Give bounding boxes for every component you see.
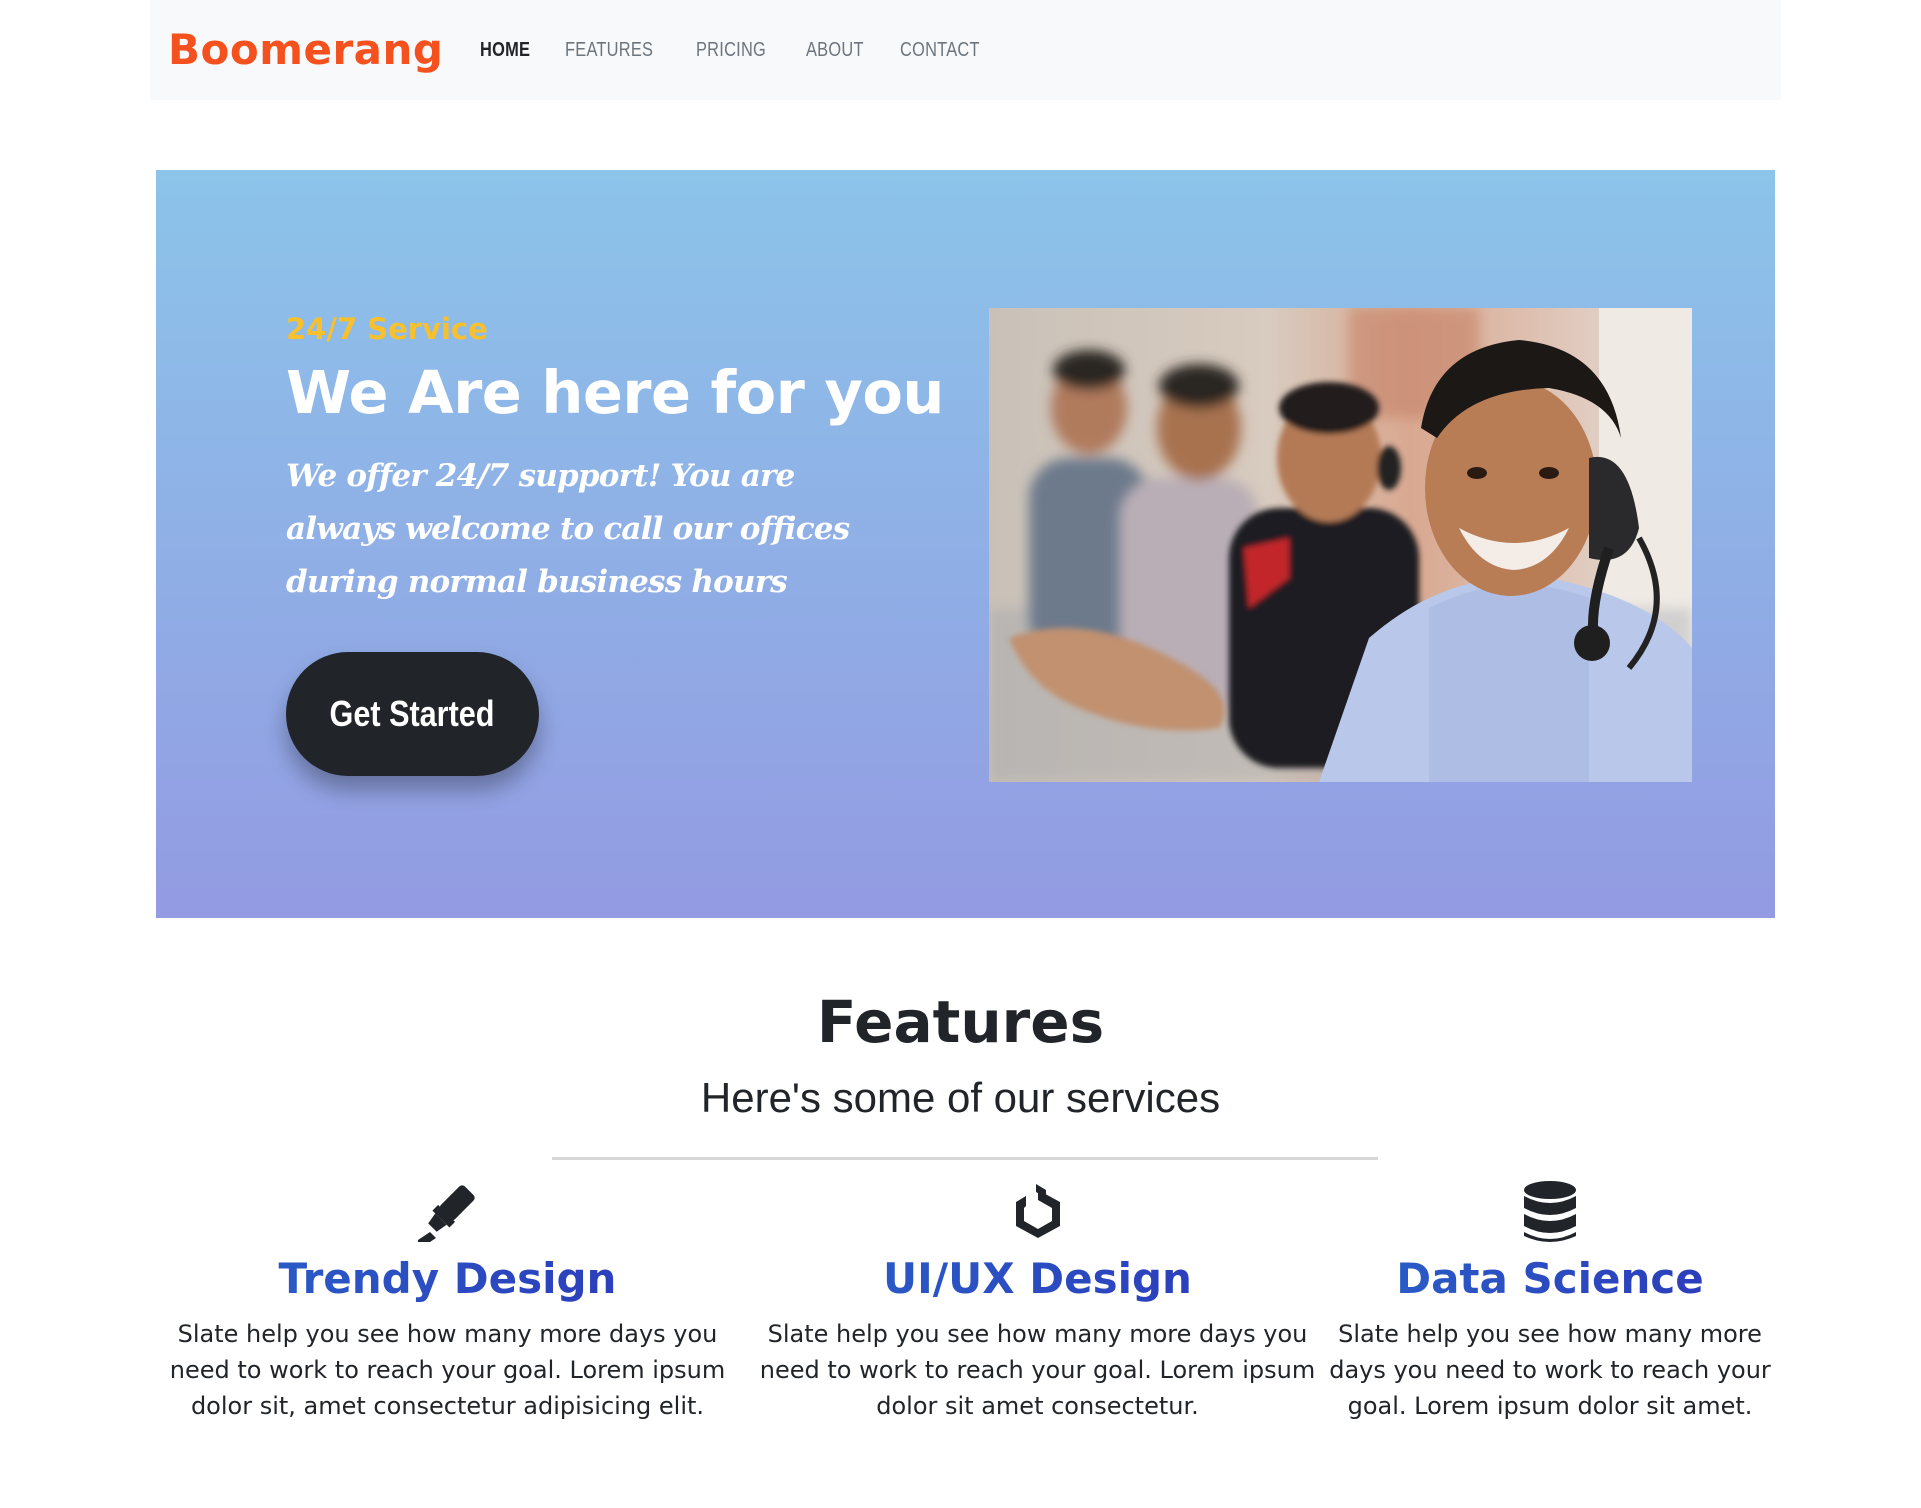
- hero-photo: [989, 308, 1692, 782]
- brand-logo[interactable]: Boomerang: [168, 29, 444, 71]
- nav-links: Home Features Pricing About Contact: [480, 39, 998, 62]
- database-icon: [1310, 1180, 1790, 1244]
- features-divider: [552, 1157, 1378, 1160]
- feature-card-data-science: Data Science Slate help you see how many…: [1310, 1180, 1790, 1424]
- features-subtitle: Here's some of our services: [700, 1074, 1221, 1121]
- feature-text: Slate help you see how many more days yo…: [759, 1320, 1316, 1421]
- highlighter-icon: [155, 1180, 740, 1244]
- feature-title: UI/UX Design: [755, 1254, 1320, 1304]
- feature-title: Trendy Design: [155, 1254, 740, 1304]
- hero-section: 24/7 Service We Are here for you We offe…: [156, 170, 1775, 918]
- get-started-label: Get Started: [330, 693, 495, 734]
- nav-link-pricing[interactable]: Pricing: [696, 39, 766, 62]
- hero-text: We offer 24/7 support! You are always we…: [286, 458, 850, 600]
- feature-title: Data Science: [1310, 1254, 1790, 1304]
- feature-text: Slate help you see how many more days yo…: [169, 1320, 726, 1421]
- hero-eyebrow: 24/7 Service: [286, 312, 488, 346]
- feature-text: Slate help you see how many more days yo…: [1329, 1320, 1771, 1421]
- hero-title: We Are here for you: [286, 358, 944, 427]
- uikit-icon: [755, 1180, 1320, 1244]
- navbar: Boomerang Home Features Pricing About Co…: [150, 0, 1781, 100]
- get-started-button[interactable]: Get Started: [286, 652, 539, 776]
- nav-link-contact[interactable]: Contact: [900, 39, 980, 62]
- features-title: Features: [816, 988, 1105, 1056]
- feature-card-trendy-design: Trendy Design Slate help you see how man…: [155, 1180, 740, 1424]
- feature-card-uiux-design: UI/UX Design Slate help you see how many…: [755, 1180, 1320, 1424]
- nav-link-about[interactable]: About: [806, 39, 864, 62]
- nav-link-features[interactable]: Features: [565, 39, 653, 62]
- nav-link-home[interactable]: Home: [480, 39, 530, 62]
